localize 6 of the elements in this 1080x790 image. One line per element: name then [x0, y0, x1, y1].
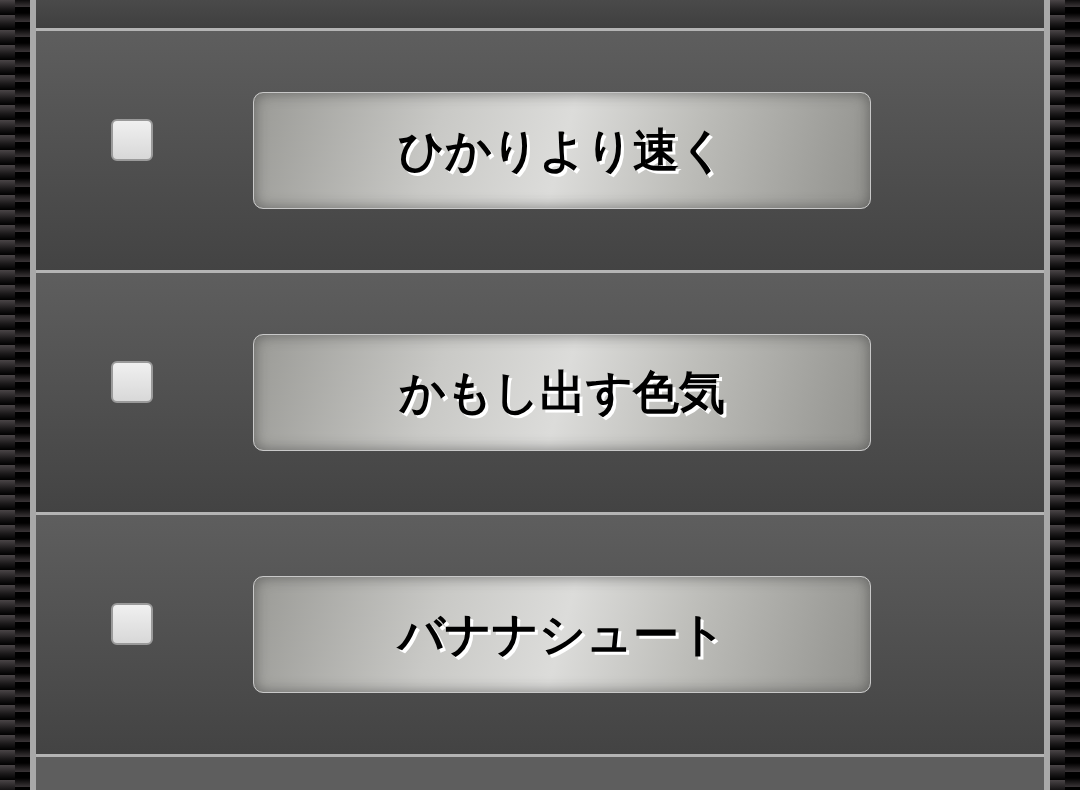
option-button[interactable]: かもし出す色気 — [253, 334, 871, 451]
checkbox[interactable] — [111, 118, 153, 161]
option-button[interactable]: ひかりより速く — [253, 92, 871, 209]
option-button[interactable]: バナナシュート — [253, 576, 871, 693]
checkbox[interactable] — [111, 602, 153, 645]
checkbox[interactable] — [111, 360, 153, 403]
